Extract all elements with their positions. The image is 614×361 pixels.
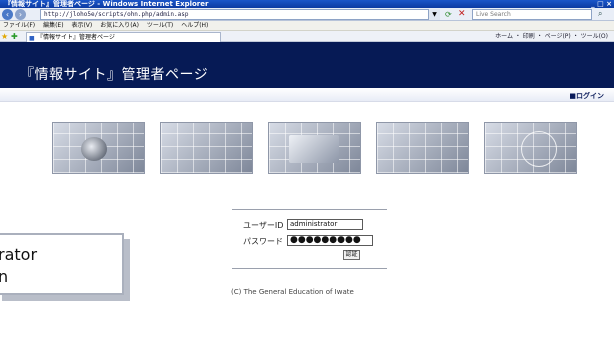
menu-item-help[interactable]: ヘルプ(H) [181, 22, 208, 29]
submit-button[interactable]: 認証 [343, 250, 360, 260]
search-input[interactable]: Live Search [472, 9, 592, 20]
browser-window: 『情報サイト』管理者ページ - Windows Internet Explore… [0, 0, 614, 361]
user-id-label: ユーザーID [243, 221, 284, 230]
login-strip: ■ログイン [0, 88, 614, 102]
forward-arrow-icon[interactable]: › [15, 9, 26, 20]
add-favorite-icon[interactable]: ✚ [11, 32, 18, 41]
password-input[interactable]: ●●●●●●●●● [287, 235, 373, 246]
header-strip [0, 42, 614, 62]
mouse-shape [81, 137, 107, 161]
globe-shape [521, 131, 557, 167]
menu-item-favorites[interactable]: お気に入り(A) [100, 22, 139, 29]
zoom-callout: rator n [0, 233, 124, 295]
menu-bar: ファイル(F) 編集(E) 表示(V) お気に入り(A) ツール(T) ヘルプ(… [0, 21, 614, 31]
banner-images [52, 122, 578, 174]
form-bottom-rule [232, 268, 387, 269]
banner-photo-laptop [268, 122, 361, 174]
chevron-down-icon[interactable]: ▼ [428, 9, 440, 20]
password-label: パスワード [243, 237, 283, 246]
stop-icon[interactable]: ✕ [458, 9, 466, 19]
page-icon: ■ [29, 35, 35, 42]
form-top-rule [232, 209, 387, 210]
menu-item-file[interactable]: ファイル(F) [3, 22, 35, 29]
laptop-shape [289, 135, 339, 163]
tab-label: 『情報サイト』管理者ページ [37, 34, 115, 41]
user-id-input[interactable]: administrator [287, 219, 363, 230]
window-controls[interactable]: _ □ × [591, 0, 612, 8]
star-icon[interactable]: ★ [1, 32, 8, 41]
menu-item-tools[interactable]: ツール(T) [147, 22, 173, 29]
tab-bar: ★ ✚ ■ 『情報サイト』管理者ページ ホーム ・ 印刷 ・ ページ(P) ・ … [0, 31, 614, 42]
url-input[interactable]: http://jloho5e/scripts/ohn.php/admin.asp [40, 9, 440, 20]
title-bar: 『情報サイト』管理者ページ - Windows Internet Explore… [0, 0, 614, 8]
address-toolbar: ‹ › http://jloho5e/scripts/ohn.php/admin… [0, 8, 614, 21]
banner-photo-network [376, 122, 469, 174]
banner-photo-mouse [52, 122, 145, 174]
callout-line-2: n [0, 267, 9, 286]
back-arrow-icon[interactable]: ‹ [2, 9, 13, 20]
menu-item-edit[interactable]: 編集(E) [43, 22, 63, 29]
login-link[interactable]: ■ログイン [569, 91, 604, 101]
search-icon[interactable]: ⌕ [598, 9, 602, 19]
command-bar[interactable]: ホーム ・ 印刷 ・ ページ(P) ・ ツール(O) [495, 31, 608, 42]
copyright-text: (C) The General Education of Iwate [231, 288, 354, 296]
site-title: 『情報サイト』管理者ページ [0, 62, 614, 88]
tab-admin-page[interactable]: ■ 『情報サイト』管理者ページ [26, 32, 221, 42]
menu-item-view[interactable]: 表示(V) [71, 22, 92, 29]
refresh-icon[interactable]: ⟳ [445, 10, 452, 19]
callout-line-1: rator [0, 245, 38, 264]
window-title: 『情報サイト』管理者ページ - Windows Internet Explore… [4, 0, 209, 8]
banner-photo-keyboard [160, 122, 253, 174]
banner-photo-globe [484, 122, 577, 174]
